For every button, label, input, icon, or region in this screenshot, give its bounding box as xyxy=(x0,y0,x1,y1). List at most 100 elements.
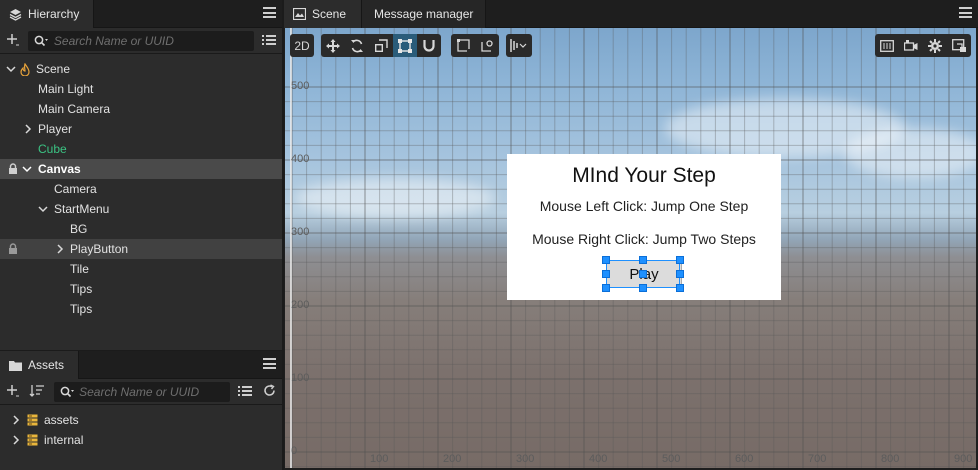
tree-node-tips[interactable]: Tips xyxy=(0,279,282,299)
resize-handle[interactable] xyxy=(676,284,684,292)
camera-icon[interactable] xyxy=(899,34,923,57)
x-axis-tick: 500 xyxy=(662,453,681,465)
gizmo-settings-icon[interactable] xyxy=(947,34,971,57)
resize-handle[interactable] xyxy=(639,284,647,292)
lock-icon[interactable] xyxy=(8,163,18,178)
tree-node-canvas[interactable]: Canvas xyxy=(0,159,282,179)
pivot-toolbar xyxy=(451,34,499,57)
y-axis-tick: 300 xyxy=(291,226,310,238)
tab-assets[interactable]: Assets xyxy=(0,351,79,379)
asset-db-assets[interactable]: assets xyxy=(0,410,282,430)
assets-tabbar: Assets xyxy=(0,351,282,379)
chevron-down-icon[interactable] xyxy=(21,163,33,175)
chevron-right-icon[interactable] xyxy=(10,434,22,446)
list-options-icon[interactable] xyxy=(262,34,276,49)
hierarchy-tree: Scene Main Light Main Camera Player Cube… xyxy=(0,59,282,319)
tab-message-manager[interactable]: Message manager xyxy=(362,0,486,28)
sort-icon[interactable] xyxy=(29,384,45,401)
tree-node-label: Tips xyxy=(70,302,93,316)
tree-node-bg[interactable]: BG xyxy=(0,219,282,239)
chevron-down-icon[interactable] xyxy=(5,63,17,75)
align-icon[interactable] xyxy=(506,34,532,57)
tree-node-player[interactable]: Player xyxy=(0,119,282,139)
tree-node-startmenu[interactable]: StartMenu xyxy=(0,199,282,219)
resize-handle[interactable] xyxy=(676,256,684,264)
tree-node-cube[interactable]: Cube xyxy=(0,139,282,159)
chevron-right-icon[interactable] xyxy=(10,414,22,426)
hierarchy-tabbar: Hierarchy xyxy=(0,0,282,28)
scale-tool-icon[interactable] xyxy=(369,34,393,57)
hierarchy-search-input[interactable] xyxy=(53,34,253,48)
tree-node-label: Tips xyxy=(70,282,93,296)
x-axis-tick: 300 xyxy=(516,453,535,465)
y-axis-tick: 400 xyxy=(291,153,310,165)
scene-tabbar: Scene Message manager xyxy=(284,0,978,28)
x-axis-tick: 600 xyxy=(735,453,754,465)
tree-node-main-light[interactable]: Main Light xyxy=(0,79,282,99)
tab-scene[interactable]: Scene xyxy=(284,0,362,28)
tree-node-label: Scene xyxy=(36,62,71,76)
tree-node-tips[interactable]: Tips xyxy=(0,299,282,319)
add-node-icon[interactable] xyxy=(6,32,20,51)
tree-node-playbutton[interactable]: PlayButton xyxy=(0,239,282,259)
grid-settings-icon[interactable] xyxy=(875,34,899,57)
tree-node-label: StartMenu xyxy=(54,202,110,216)
x-axis-tick: 900 xyxy=(954,453,973,465)
snap-magnet-icon[interactable] xyxy=(417,34,441,57)
tree-node-scene[interactable]: Scene xyxy=(0,59,282,79)
view-toolbar xyxy=(875,34,971,57)
tree-node-label: Canvas xyxy=(38,162,81,176)
folder-icon xyxy=(9,360,22,371)
rect-tool-icon[interactable] xyxy=(393,34,417,57)
resize-handle[interactable] xyxy=(602,284,610,292)
toggle-2d-button[interactable]: 2D xyxy=(290,34,314,57)
assets-search-input[interactable] xyxy=(79,385,229,399)
local-space-icon[interactable] xyxy=(475,34,499,57)
tip-left-click: Mouse Left Click: Jump One Step xyxy=(539,198,749,214)
asset-db-internal[interactable]: internal xyxy=(0,430,282,450)
anchor-handle[interactable] xyxy=(639,270,647,278)
flame-icon xyxy=(19,62,31,76)
hierarchy-menu-icon[interactable] xyxy=(263,7,276,18)
lock-icon[interactable] xyxy=(8,243,18,258)
tab-hierarchy[interactable]: Hierarchy xyxy=(0,0,94,28)
resize-handle[interactable] xyxy=(602,256,610,264)
mode-toolbar: 2D xyxy=(290,34,314,57)
resize-handle[interactable] xyxy=(676,270,684,278)
x-axis-tick: 100 xyxy=(370,453,389,465)
x-axis-tick: 800 xyxy=(881,453,900,465)
tree-node-camera[interactable]: Camera xyxy=(0,179,282,199)
tab-hierarchy-label: Hierarchy xyxy=(28,7,80,21)
list-options-icon[interactable] xyxy=(238,385,252,400)
scene-menu-icon[interactable] xyxy=(959,7,972,18)
assets-menu-icon[interactable] xyxy=(263,358,276,369)
refresh-icon[interactable] xyxy=(263,384,276,400)
hierarchy-panel: Hierarchy Scene Main Light Main Camera xyxy=(0,0,282,350)
gear-icon[interactable] xyxy=(923,34,947,57)
scene-viewport[interactable]: 500 400 300 200 100 0 100 200 300 400 50… xyxy=(285,28,976,468)
asset-label: assets xyxy=(44,413,79,427)
chevron-right-icon[interactable] xyxy=(22,123,34,135)
x-axis-tick: 700 xyxy=(808,453,827,465)
assets-search-field[interactable] xyxy=(54,382,230,402)
game-title: MInd Your Step xyxy=(572,164,716,187)
transform-toolbar xyxy=(321,34,441,57)
tree-node-label: PlayButton xyxy=(70,242,129,256)
resize-handle[interactable] xyxy=(639,256,647,264)
assets-tree: assets internal xyxy=(0,410,282,450)
resize-handle[interactable] xyxy=(602,270,610,278)
pivot-icon[interactable] xyxy=(451,34,475,57)
chevron-down-icon[interactable] xyxy=(37,203,49,215)
tip-right-click: Mouse Right Click: Jump Two Steps xyxy=(532,231,756,247)
chevron-right-icon[interactable] xyxy=(54,243,66,255)
add-asset-icon[interactable] xyxy=(6,383,20,402)
assets-panel: Assets assets xyxy=(0,351,282,470)
tab-scene-label: Scene xyxy=(312,7,347,21)
x-axis-tick: 400 xyxy=(589,453,608,465)
tree-node-main-camera[interactable]: Main Camera xyxy=(0,99,282,119)
rotate-tool-icon[interactable] xyxy=(345,34,369,57)
hierarchy-search-field[interactable] xyxy=(28,31,254,51)
move-tool-icon[interactable] xyxy=(321,34,345,57)
tree-node-label: Main Camera xyxy=(38,102,111,116)
tree-node-tile[interactable]: Tile xyxy=(0,259,282,279)
